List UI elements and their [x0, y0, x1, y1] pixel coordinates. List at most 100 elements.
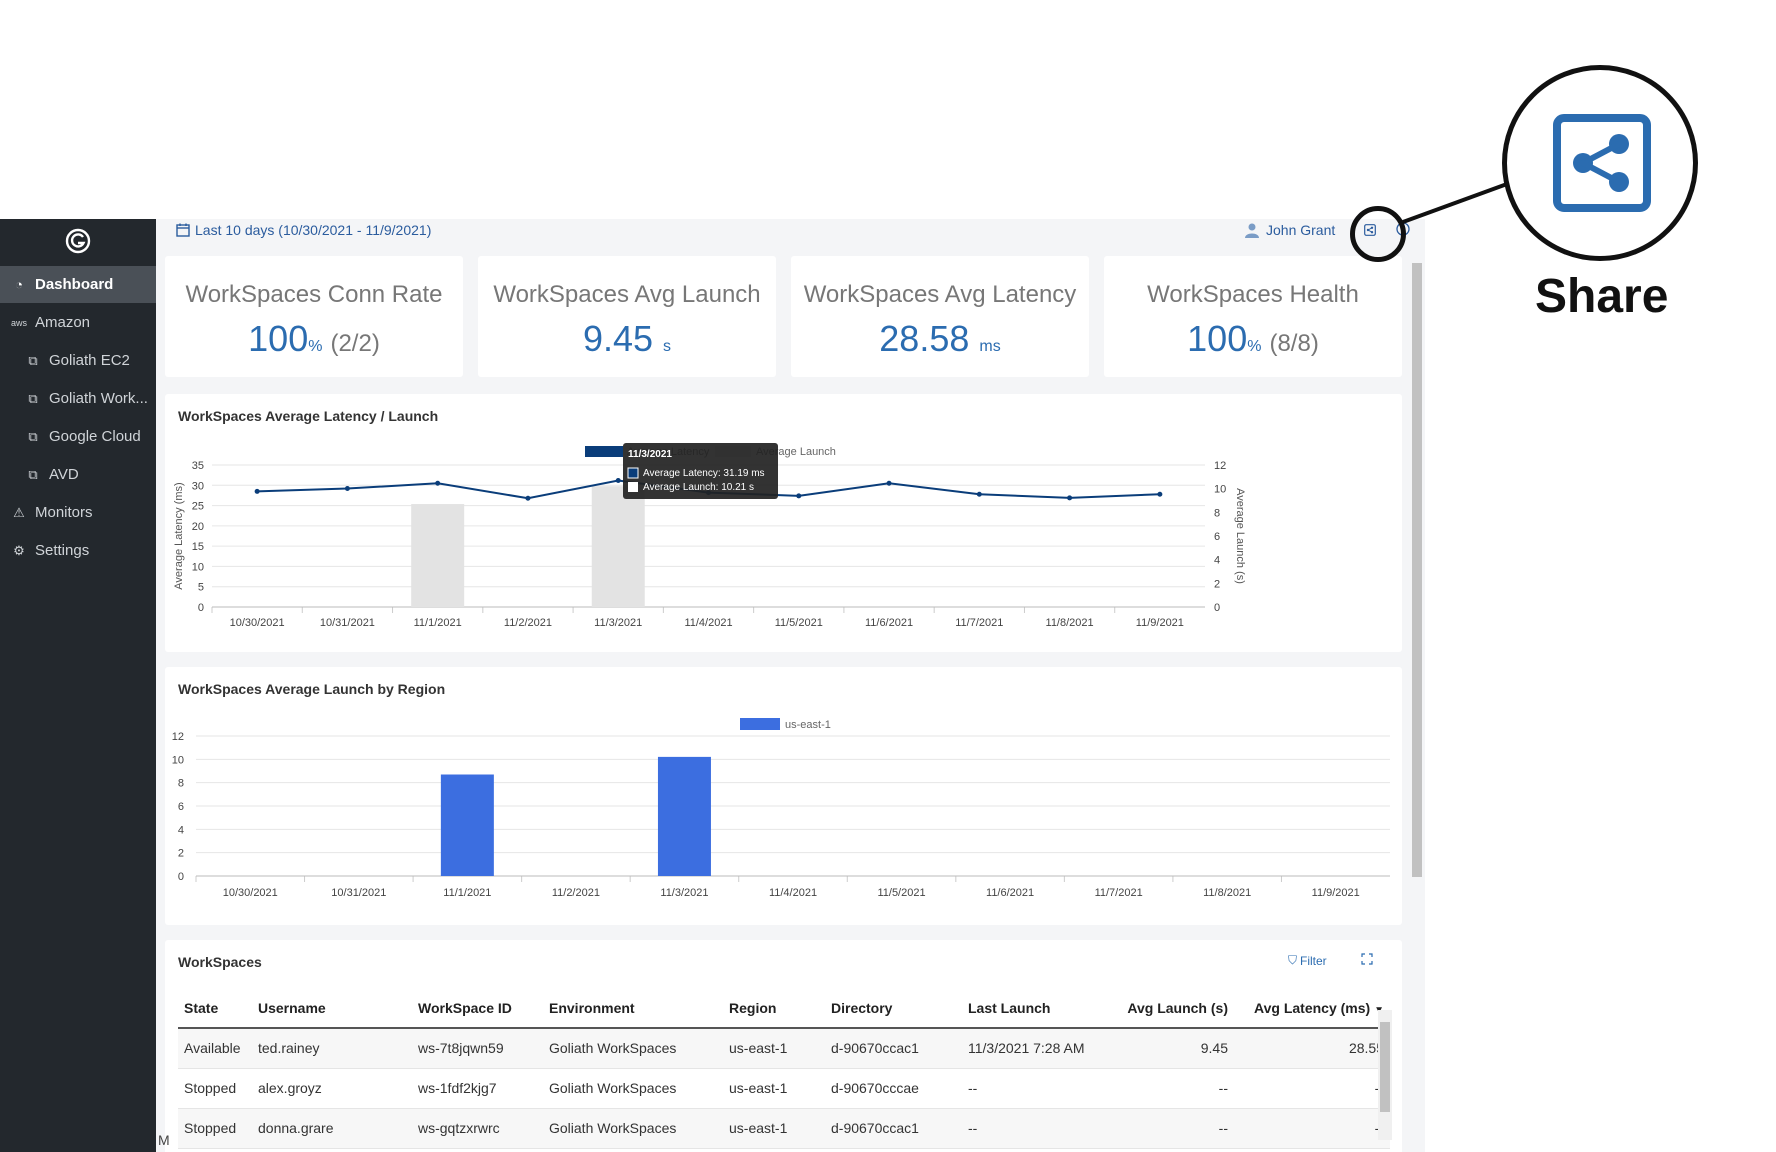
y-tick-label: 25	[192, 501, 204, 513]
y-tick-label: 5	[198, 582, 204, 594]
calendar-icon	[176, 223, 190, 237]
stray-text: M	[158, 1132, 170, 1148]
cell-state[interactable]: Available	[178, 1028, 252, 1069]
point-average-latency	[796, 493, 802, 499]
bar-average-launch	[411, 504, 465, 607]
sidebar-item-monitors[interactable]: ⚠ Monitors	[0, 494, 156, 531]
sidebar-item-settings[interactable]: ⚙ Settings	[0, 532, 156, 569]
logo-icon[interactable]	[64, 227, 92, 255]
sidebar-item-label: Monitors	[35, 504, 93, 521]
table-header-row: State Username WorkSpace ID Environment …	[178, 988, 1390, 1029]
monitor-icon: ⧉	[28, 428, 38, 444]
y-axis-title: Average Latency (ms)	[173, 482, 185, 589]
y-tick-label: 20	[192, 521, 204, 533]
x-tick-label: 11/4/2021	[684, 617, 732, 629]
tooltip-swatch-latency	[627, 467, 639, 479]
cell-directory: d-90670ccac1	[825, 1108, 962, 1149]
y-tick-label: 4	[178, 824, 184, 836]
y2-tick-label: 12	[1214, 460, 1226, 472]
kpi-number: 28.58	[879, 318, 970, 359]
x-tick-label: 11/8/2021	[1203, 887, 1251, 899]
point-average-latency	[1157, 491, 1163, 497]
legend-label-us-east-1: us-east-1	[785, 719, 831, 731]
kpi-card-health[interactable]: WorkSpaces Health 100% (8/8)	[1104, 256, 1402, 377]
x-tick-label: 11/9/2021	[1136, 617, 1184, 629]
sidebar-item-avd[interactable]: ⧉ AVD	[0, 456, 156, 493]
column-header-workspace-id[interactable]: WorkSpace ID	[412, 988, 543, 1029]
cell-avg-launch: 9.45	[1112, 1028, 1234, 1069]
y2-tick-label: 8	[1214, 507, 1220, 519]
x-tick-label: 10/31/2021	[331, 887, 386, 899]
y-tick-label: 30	[192, 480, 204, 492]
monitor-icon: ⧉	[28, 352, 38, 368]
cell-environment: Goliath WorkSpaces	[543, 1068, 723, 1109]
cell-avg-launch: --	[1112, 1068, 1234, 1109]
kpi-card-conn-rate[interactable]: WorkSpaces Conn Rate 100% (2/2)	[165, 256, 463, 377]
kpi-title: WorkSpaces Conn Rate	[185, 281, 443, 308]
column-header-environment[interactable]: Environment	[543, 988, 723, 1029]
user-icon	[1245, 223, 1259, 238]
sidebar-item-goliath-ec2[interactable]: ⧉ Goliath EC2	[0, 342, 156, 379]
cell-region: us-east-1	[723, 1068, 825, 1109]
cell-state: Stopped	[178, 1068, 252, 1109]
launch-by-region-chart-panel: WorkSpaces Average Launch by Region us-e…	[165, 667, 1402, 925]
column-header-region[interactable]: Region	[723, 988, 825, 1029]
cell-username: donna.grare	[252, 1108, 412, 1149]
share-icon	[1553, 114, 1651, 212]
cell-workspace-id: ws-7t8jqwn59	[412, 1028, 543, 1069]
point-average-latency	[976, 491, 982, 497]
cell-username: ted.rainey	[252, 1028, 412, 1069]
launch-by-region-chart[interactable]: us-east-1 0 2 4 6 8 10 12 10/30/2021 10/31/2021 11…	[165, 667, 1402, 925]
cell-last-launch: 11/3/2021 7:28 AM	[962, 1028, 1112, 1069]
point-average-latency	[1067, 495, 1073, 501]
sidebar-item-dashboard[interactable]: ◔ Dashboard	[0, 266, 156, 303]
x-tick-label: 11/6/2021	[865, 617, 913, 629]
y2-tick-label: 6	[1214, 531, 1220, 543]
user-menu[interactable]: John Grant	[1244, 222, 1335, 238]
main-scrollbar-thumb[interactable]	[1412, 263, 1422, 877]
latency-launch-chart[interactable]: Average LatencyAverage Launch05101520253…	[165, 394, 1402, 652]
cell-directory: d-90670cccae	[825, 1068, 962, 1109]
table-row[interactable]: Stopped donna.grare ws-gqtzxrwrc Goliath…	[178, 1108, 1390, 1149]
table-scrollbar-thumb[interactable]	[1380, 1022, 1390, 1112]
y-tick-label: 35	[192, 460, 204, 472]
workspaces-table: State Username WorkSpace ID Environment …	[178, 988, 1390, 1149]
table-row[interactable]: Stopped alex.groyz ws-1fdf2kjg7 Goliath …	[178, 1068, 1390, 1109]
main-scrollbar[interactable]	[1409, 241, 1425, 1152]
x-tick-label: 11/7/2021	[955, 617, 1003, 629]
sidebar-item-amazon[interactable]: aws Amazon	[0, 304, 156, 341]
table-scrollbar[interactable]	[1378, 1010, 1392, 1140]
x-tick-label: 11/5/2021	[877, 887, 925, 899]
expand-icon[interactable]	[1361, 953, 1373, 965]
cell-last-launch: --	[962, 1108, 1112, 1149]
point-average-latency	[525, 495, 531, 501]
kpi-number: 9.45	[582, 318, 654, 359]
date-range-picker[interactable]: Last 10 days (10/30/2021 - 11/9/2021)	[176, 222, 431, 238]
column-header-label: Avg Latency (ms)	[1254, 999, 1371, 1016]
kpi-card-avg-launch[interactable]: WorkSpaces Avg Launch 9.45 s	[478, 256, 776, 377]
point-average-latency	[886, 480, 892, 486]
kpi-card-avg-latency[interactable]: WorkSpaces Avg Latency 28.58 ms	[791, 256, 1089, 377]
table-row[interactable]: Available ted.rainey ws-7t8jqwn59 Goliat…	[178, 1028, 1390, 1069]
column-header-directory[interactable]: Directory	[825, 988, 962, 1029]
column-header-state[interactable]: State	[178, 988, 252, 1029]
y-tick-label: 15	[192, 541, 204, 553]
x-tick-label: 11/2/2021	[504, 617, 552, 629]
column-header-avg-launch[interactable]: Avg Launch (s)	[1112, 988, 1234, 1029]
sidebar-item-goliath-workspaces[interactable]: ⧉ Goliath Work...	[0, 380, 156, 417]
y-tick-label: 6	[178, 801, 184, 813]
bar-us-east-1	[657, 756, 711, 876]
filter-button[interactable]: ⛉ Filter	[1288, 953, 1327, 968]
kpi-sub: (2/2)	[330, 330, 380, 357]
y-tick-label: 8	[178, 778, 184, 790]
x-tick-label: 10/30/2021	[230, 617, 285, 629]
kpi-unit: ms	[979, 338, 1001, 355]
y-tick-label: 2	[178, 848, 184, 860]
column-header-last-launch[interactable]: Last Launch	[962, 988, 1112, 1029]
kpi-title: WorkSpaces Health	[1147, 281, 1359, 308]
sidebar-item-google-cloud[interactable]: ⧉ Google Cloud	[0, 418, 156, 455]
column-header-avg-latency[interactable]: Avg Latency (ms) ▼	[1234, 988, 1390, 1029]
sidebar-item-label: Goliath Work...	[49, 390, 148, 407]
column-header-username[interactable]: Username	[252, 988, 412, 1029]
sidebar-item-label: AVD	[49, 466, 79, 483]
